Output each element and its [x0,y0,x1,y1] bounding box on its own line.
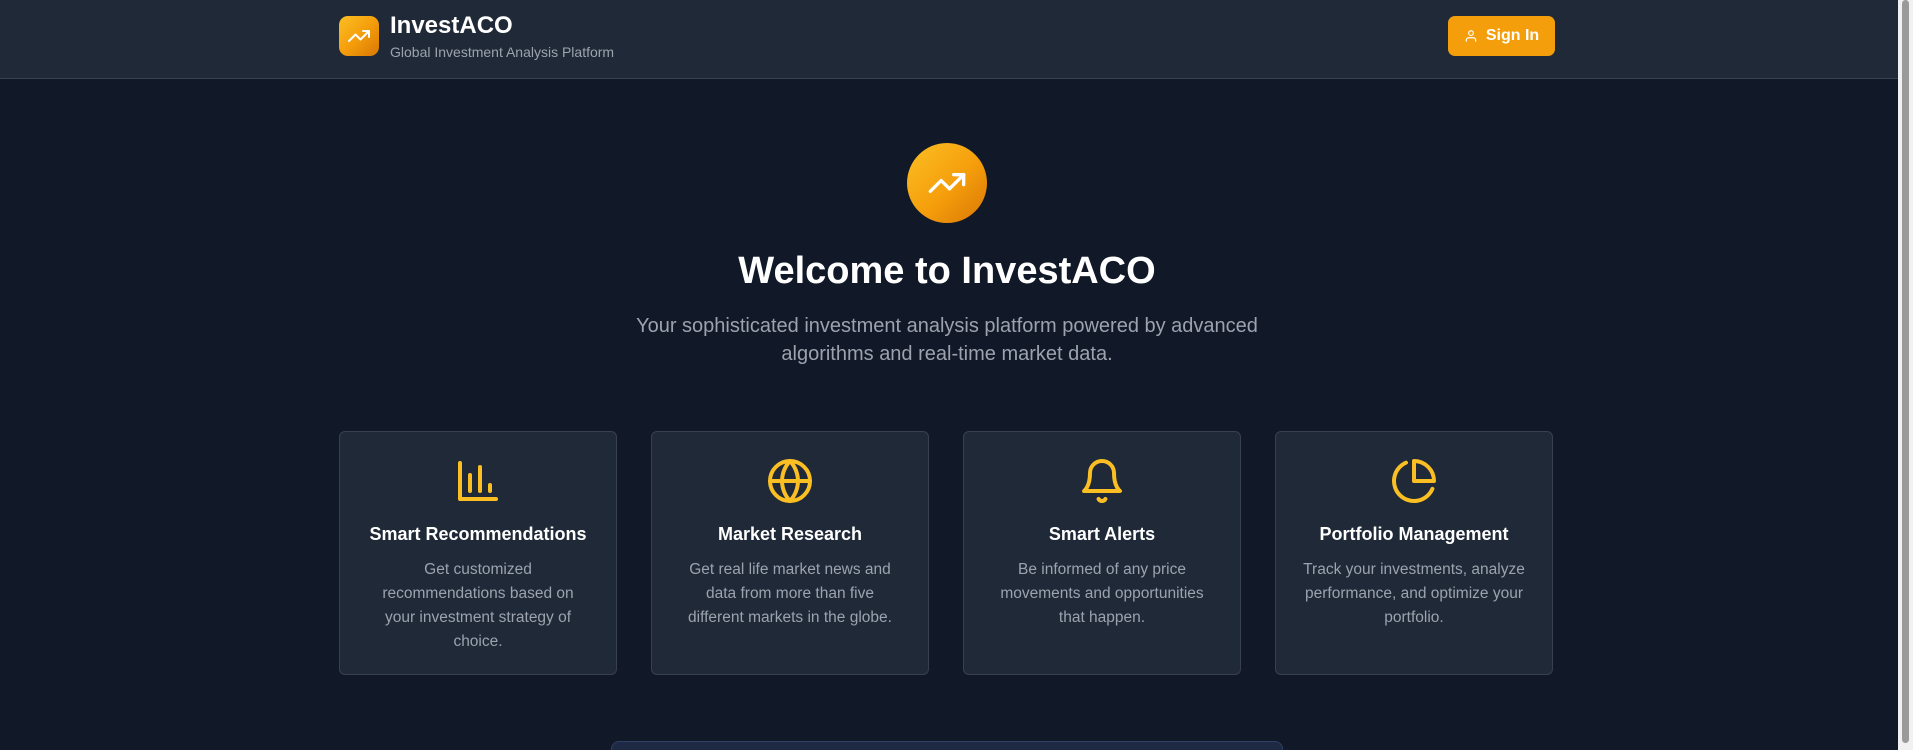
trending-up-icon [348,30,370,42]
feature-description: Track your investments, analyze performa… [1303,561,1525,626]
trending-up-icon [928,173,966,193]
globe-icon [768,459,812,503]
feature-card-portfolio-management: Portfolio Management Track your investme… [1275,431,1553,675]
feature-card-smart-alerts: Smart Alerts Be informed of any price mo… [963,431,1241,675]
scrollbar-thumb[interactable] [1902,0,1909,743]
page: InvestACO Global Investment Analysis Pla… [0,0,1898,750]
top-header: InvestACO Global Investment Analysis Pla… [0,0,1898,79]
user-icon [1465,30,1477,42]
logo[interactable] [339,16,379,56]
brand-name[interactable]: InvestACO [390,12,513,40]
feature-description: Be informed of any price movements and o… [1000,561,1204,626]
cta-panel [611,741,1283,750]
feature-description: Get real life market news and data from … [688,561,892,626]
feature-title: Portfolio Management [1319,524,1509,544]
bar-chart-icon [458,461,498,501]
feature-title: Smart Alerts [1048,524,1156,544]
bell-icon [1082,459,1122,503]
feature-card-smart-recommendations: Smart Recommendations Get customized rec… [339,431,617,675]
sign-in-label: Sign In [1485,27,1540,44]
hero-badge [907,143,987,223]
feature-title: Market Research [717,524,863,544]
brand-tagline: Global Investment Analysis Platform [390,44,615,60]
feature-card-market-research: Market Research Get real life market new… [651,431,929,675]
hero-title: Welcome to InvestACO [738,250,1156,292]
hero-subtitle: Your sophisticated investment analysis p… [636,315,1258,365]
sign-in-button[interactable]: Sign In [1448,16,1555,56]
pie-chart-icon [1392,459,1436,503]
feature-description: Get customized recommendations based on … [382,561,574,650]
vertical-scrollbar[interactable] [1898,0,1913,750]
feature-title: Smart Recommendations [369,524,587,544]
